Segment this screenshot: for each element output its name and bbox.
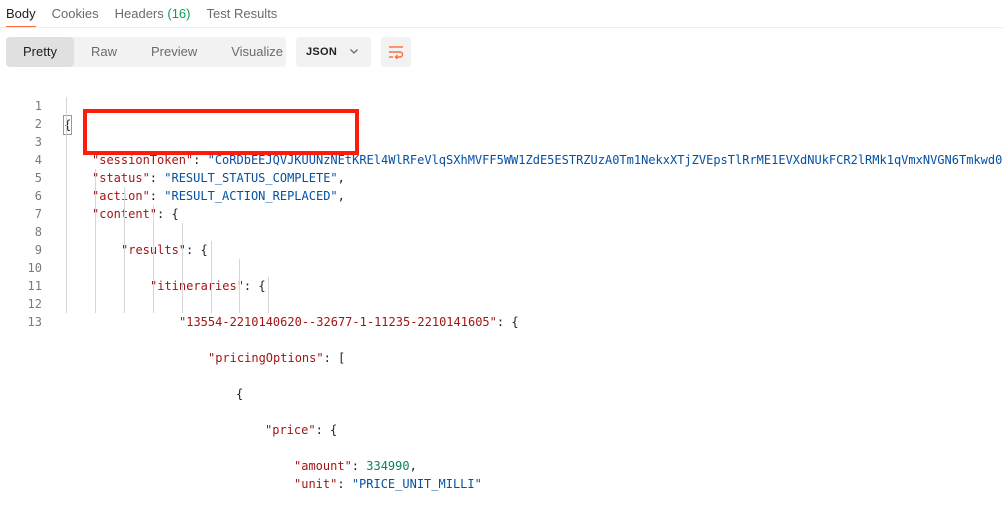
indent-guide [66,97,67,115]
tab-label: Cookies [51,6,99,21]
code-text: "pricingOptions": [ [208,351,346,365]
code-line: 1 { [0,79,1003,135]
indent-guide [182,241,183,259]
view-mode-visualize[interactable]: Visualize [214,37,300,67]
indent-guide [66,223,67,241]
tab-label: Headers [114,6,164,21]
json-key: "unit" [294,477,338,491]
indent-guide [66,151,67,169]
code-text: "13554-2210140620--32677-1-11235-2210141… [179,315,519,329]
brace: { [236,387,244,401]
tab-headers[interactable]: Headers (16) [115,0,191,22]
indent-guide [153,277,154,295]
code-line: 13 "unit": "PRICE_UNIT_MILLI" [0,295,1003,491]
indent-guide [66,133,67,151]
indent-guide [124,277,125,295]
code-line: 9 "pricingOptions": [ [0,223,1003,365]
indent-guide [239,277,240,295]
json-key: "13554-2210140620--32677-1-11235-2210141… [179,315,497,329]
indent-guide [124,187,125,205]
indent-guide [153,295,154,313]
indent-guide [95,223,96,241]
chevron-down-icon [350,49,358,54]
indent-guide [153,241,154,259]
code-line: 2 "sessionToken": "CoRDbEEJQVJKUUNzNEtKR… [0,97,1003,167]
indent-guide [95,295,96,313]
code-line: 4 "action": "RESULT_ACTION_REPLACED", [0,133,1003,203]
indent-guide [124,295,125,313]
json-string: "PRICE_UNIT_MILLI" [351,477,482,491]
tab-cookies[interactable]: Cookies [52,0,99,22]
indent-guide [95,259,96,277]
indent-guide [153,205,154,223]
indent-guide [66,115,67,133]
wrap-lines-icon [389,46,404,59]
indent-guide [95,277,96,295]
tab-label: Body [6,6,36,21]
code-line: 8 "13554-2210140620--32677-1-11235-22101… [0,205,1003,329]
format-select-label: JSON [306,46,338,58]
tabs-divider [0,27,1003,28]
tab-test-results[interactable]: Test Results [207,0,278,22]
code-line: 7 "itineraries": { [0,187,1003,293]
tab-body[interactable]: Body [6,0,36,28]
indent-guide [124,259,125,277]
indent-guide [66,295,67,313]
indent-guide [95,187,96,205]
indent-guide [124,223,125,241]
format-select[interactable]: JSON [296,37,371,67]
tab-label: Test Results [206,6,278,21]
code-line: 3 "status": "RESULT_STATUS_COMPLETE", [0,115,1003,185]
indent-guide [211,277,212,295]
wrap-lines-button[interactable] [381,37,411,67]
view-mode-pretty[interactable]: Pretty [6,37,74,67]
indent-guide [239,295,240,313]
code-line: 6 "results": { [0,169,1003,257]
json-key: "amount" [294,459,352,473]
headers-count-badge: (16) [167,6,191,21]
response-tabs: Body Cookies Headers (16) Test Results [0,0,1003,28]
indent-guide [66,169,67,187]
indent-guide [66,187,67,205]
indent-guide [182,295,183,313]
indent-guide [66,259,67,277]
indent-guide [153,259,154,277]
indent-guide [153,223,154,241]
indent-guide [182,277,183,295]
json-number: 334990 [366,459,410,473]
json-key: "pricingOptions" [208,351,324,365]
code-line: 10 { [0,241,1003,401]
view-mode-preview[interactable]: Preview [134,37,214,67]
view-mode-raw[interactable]: Raw [74,37,134,67]
indent-guide [268,295,269,313]
indent-guide [66,241,67,259]
indent-guide [95,241,96,259]
code-text: "price": { [265,423,338,437]
code-line: 12 "amount": 334990, [0,277,1003,473]
indent-guide [211,241,212,259]
indent-guide [182,223,183,241]
indent-guide [124,205,125,223]
indent-guide [95,205,96,223]
indent-guide [95,169,96,187]
json-key: "price" [265,423,316,437]
line-number: 13 [27,315,42,329]
response-body-code[interactable]: 1 { 2 "sessionToken": "CoRDbEEJQVJKUUNzN… [0,79,1003,491]
code-text: "unit": "PRICE_UNIT_MILLI" [294,477,482,491]
indent-guide [268,277,269,295]
code-text: { [236,385,243,403]
code-line: 11 "price": { [0,259,1003,437]
indent-guide [66,205,67,223]
indent-guide [182,259,183,277]
indent-guide [211,295,212,313]
code-text: "amount": 334990, [294,459,417,473]
view-mode-switcher: Pretty Raw Preview Visualize [6,37,286,67]
code-line: 5 "content": { [0,151,1003,221]
indent-guide [211,259,212,277]
indent-guide [239,259,240,277]
indent-guide [124,241,125,259]
indent-guide [66,277,67,295]
